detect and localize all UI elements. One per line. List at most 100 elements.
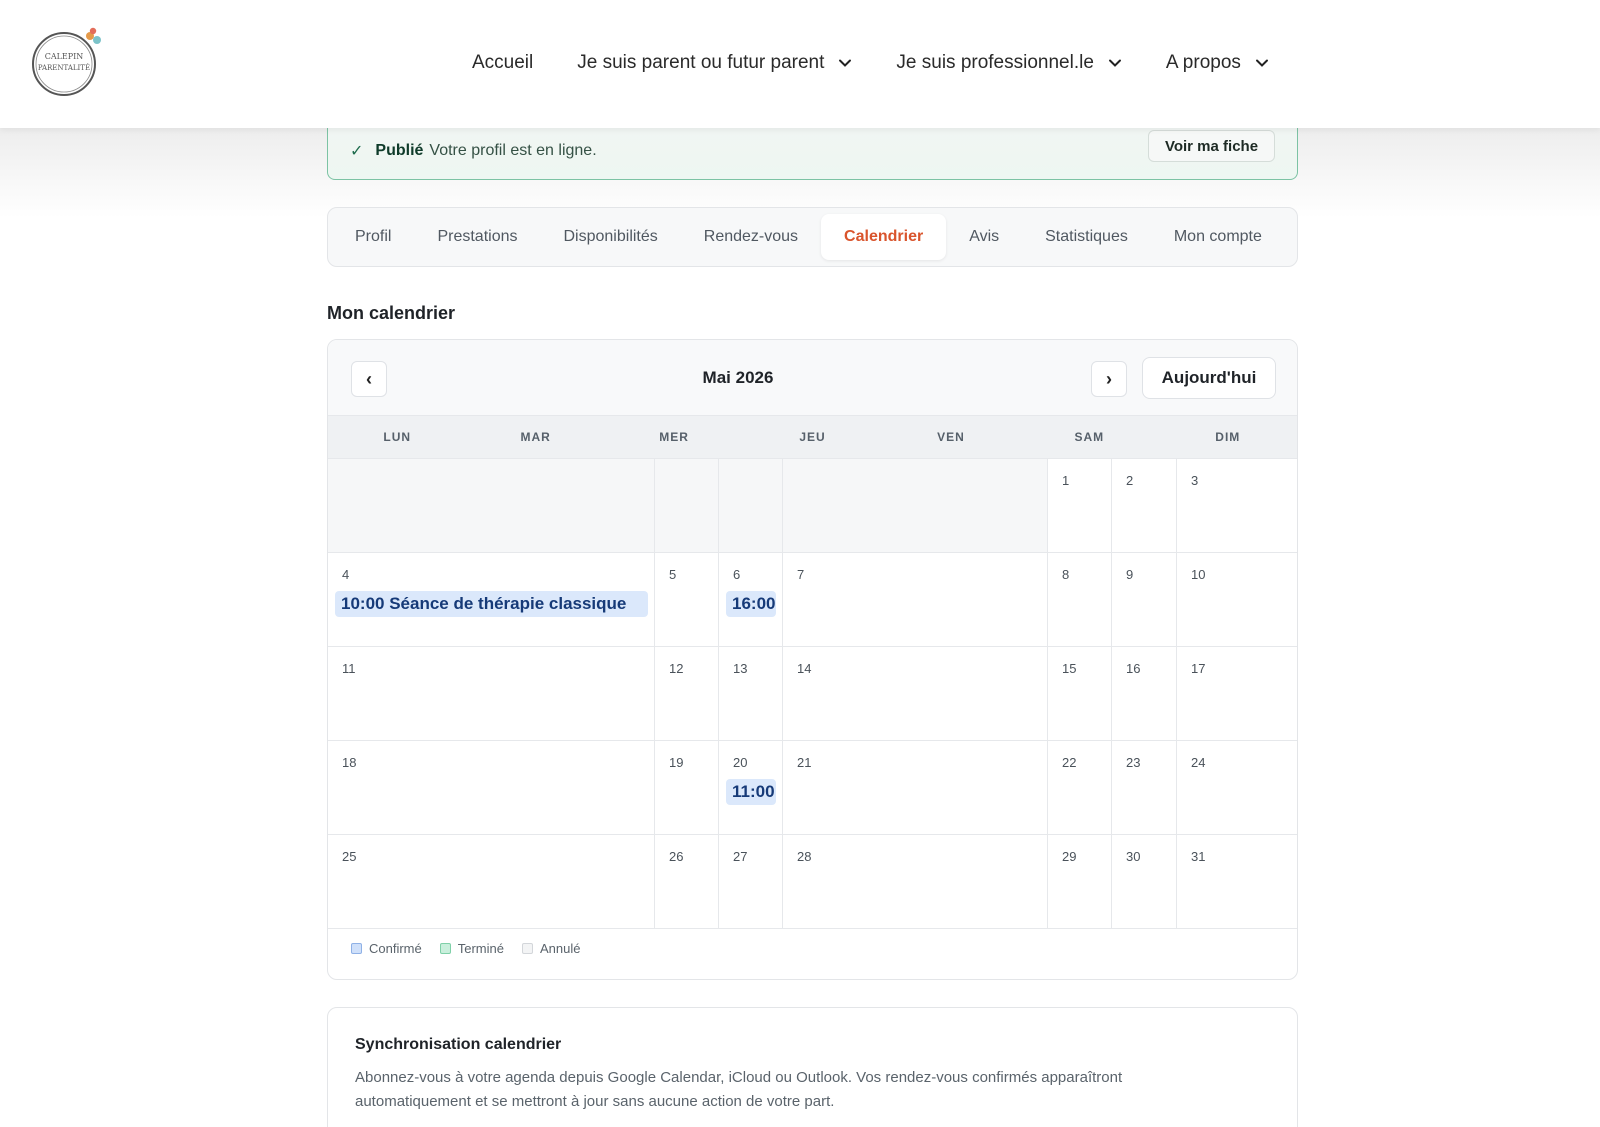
legend-annule: Annulé	[522, 941, 580, 956]
tab-disponibilites[interactable]: Disponibilités	[541, 214, 681, 260]
day-cell-14[interactable]: 14	[783, 647, 1048, 741]
tab-avis[interactable]: Avis	[946, 214, 1022, 260]
day-number: 11	[342, 661, 356, 676]
day-cell-26[interactable]: 26	[655, 835, 719, 929]
day-cell-24[interactable]: 24	[1177, 741, 1297, 835]
day-cell-22[interactable]: 22	[1048, 741, 1112, 835]
day-cell-29[interactable]: 29	[1048, 835, 1112, 929]
day-cell-17[interactable]: 17	[1177, 647, 1297, 741]
calendar-event[interactable]: 10:00 Séance de thérapie classique	[335, 591, 648, 617]
day-cell-6[interactable]: 6 16:00 Séance de gestalt thérapie	[719, 553, 783, 647]
day-cell-19[interactable]: 19	[655, 741, 719, 835]
calendar-toolbar: ‹ Mai 2026 › Aujourd'hui	[328, 340, 1297, 415]
day-number: 2	[1126, 473, 1134, 488]
day-number: 31	[1191, 849, 1206, 864]
calepin-parentalite-logo[interactable]: CALEPIN PARENTALITÉ	[30, 26, 102, 98]
day-cell-23[interactable]: 23	[1112, 741, 1177, 835]
day-number: 21	[797, 755, 812, 770]
nav-item-accueil[interactable]: Accueil	[472, 52, 533, 74]
day-number: 25	[342, 849, 357, 864]
calendar-section-title: Mon calendrier	[327, 303, 456, 323]
next-month-button[interactable]: ›	[1091, 361, 1127, 397]
day-number: 13	[733, 661, 748, 676]
day-number: 15	[1062, 661, 1077, 676]
day-number: 29	[1062, 849, 1077, 864]
nav-item-label: Accueil	[472, 52, 534, 73]
day-cell-13[interactable]: 13	[719, 647, 783, 741]
nav-item-je-suis-professionnel-le[interactable]: Je suis professionnel.le	[896, 52, 1122, 74]
tab-calendrier[interactable]: Calendrier	[821, 214, 947, 260]
weekday-header: LUN MAR MER JEU VEN SAM DIM	[328, 415, 1297, 459]
day-cell-3[interactable]: 3	[1177, 459, 1297, 553]
day-cell-16[interactable]: 16	[1112, 647, 1177, 741]
nav-item-a-propos[interactable]: A propos	[1166, 52, 1269, 74]
tab-profil[interactable]: Profil	[332, 214, 414, 260]
tab-rendez-vous[interactable]: Rendez-vous	[681, 214, 821, 260]
weekday-dim: DIM	[1215, 430, 1241, 444]
day-number: 30	[1126, 849, 1141, 864]
day-number: 3	[1191, 473, 1199, 488]
calendar-event[interactable]: 16:00 Séance de gestalt thérapie	[726, 591, 776, 617]
day-cell-28[interactable]: 28	[783, 835, 1048, 929]
day-cell-21[interactable]: 21	[783, 741, 1048, 835]
day-number: 14	[797, 661, 812, 676]
status-legend: Confirmé Terminé Annulé	[351, 941, 598, 956]
month-grid: 1 2 3 4 10:00 Séance de thérapie classique 5 6…	[328, 459, 1297, 929]
day-number: 6	[733, 567, 741, 582]
day-cell-20[interactable]: 20 11:00 Séance de thérapie classique	[719, 741, 783, 835]
day-cell-4[interactable]: 4 10:00 Séance de thérapie classique	[328, 553, 655, 647]
weekday-mar: MAR	[520, 430, 551, 444]
day-cell-30[interactable]: 30	[1112, 835, 1177, 929]
day-cell-9[interactable]: 9	[1112, 553, 1177, 647]
site-header: CALEPIN PARENTALITÉ Accueil Je suis paren…	[0, 0, 1600, 128]
chevron-down-icon	[839, 59, 852, 67]
calendar: ‹ Mai 2026 › Aujourd'hui LUN MAR MER JEU VEN…	[327, 339, 1298, 980]
day-number: 8	[1062, 567, 1070, 582]
day-cell-7[interactable]: 7	[783, 553, 1048, 647]
legend-swatch	[522, 943, 533, 954]
day-number: 7	[797, 567, 805, 582]
main-nav: Accueil Je suis parent ou futur parent Je …	[472, 46, 1313, 80]
chevron-down-icon	[1255, 59, 1268, 67]
day-cell-12[interactable]: 12	[655, 647, 719, 741]
logo-line-2: PARENTALITÉ	[38, 63, 90, 72]
published-message: Votre profil est en ligne.	[429, 141, 597, 159]
check-icon: ✓	[350, 142, 364, 160]
day-cell-1[interactable]: 1	[1048, 459, 1112, 553]
day-cell-5[interactable]: 5	[655, 553, 719, 647]
legend-swatch	[351, 943, 362, 954]
day-cell-18[interactable]: 18	[328, 741, 655, 835]
tab-statistiques[interactable]: Statistiques	[1022, 214, 1151, 260]
sync-description: Abonnez-vous à votre agenda depuis Googl…	[355, 1069, 1123, 1110]
day-cell-8[interactable]: 8	[1048, 553, 1112, 647]
empty-day-cell	[655, 459, 719, 553]
day-cell-2[interactable]: 2	[1112, 459, 1177, 553]
day-number: 28	[797, 849, 812, 864]
day-number: 1	[1062, 473, 1070, 488]
day-number: 17	[1191, 661, 1206, 676]
day-number: 12	[669, 661, 684, 676]
day-cell-10[interactable]: 10	[1177, 553, 1297, 647]
calendar-event[interactable]: 11:00 Séance de thérapie classique	[726, 779, 776, 805]
day-cell-15[interactable]: 15	[1048, 647, 1112, 741]
view-profile-button[interactable]: Voir ma fiche	[1148, 130, 1275, 162]
legend-swatch	[439, 943, 451, 954]
day-cell-31[interactable]: 31	[1177, 835, 1297, 929]
published-banner: ✓ Publié Votre profil est en ligne. Voir…	[327, 122, 1298, 180]
day-number: 10	[1191, 567, 1206, 582]
empty-day-cell	[328, 459, 655, 553]
nav-item-je-suis-parent-ou-futur-parent[interactable]: Je suis parent ou futur parent	[577, 52, 852, 74]
day-cell-27[interactable]: 27	[719, 835, 783, 929]
empty-day-cell	[783, 459, 1048, 553]
day-number: 16	[1126, 661, 1141, 676]
day-number: 22	[1062, 755, 1077, 770]
day-cell-11[interactable]: 11	[328, 647, 655, 741]
tab-mon-compte[interactable]: Mon compte	[1151, 214, 1285, 260]
weekday-jeu: JEU	[799, 430, 826, 444]
day-cell-25[interactable]: 25	[328, 835, 655, 929]
nav-item-label: Je suis parent ou futur parent	[577, 52, 825, 73]
chevron-down-icon	[1108, 59, 1121, 67]
tab-prestations[interactable]: Prestations	[414, 214, 540, 260]
weekday-sam: SAM	[1074, 430, 1105, 444]
today-button[interactable]: Aujourd'hui	[1142, 357, 1276, 399]
